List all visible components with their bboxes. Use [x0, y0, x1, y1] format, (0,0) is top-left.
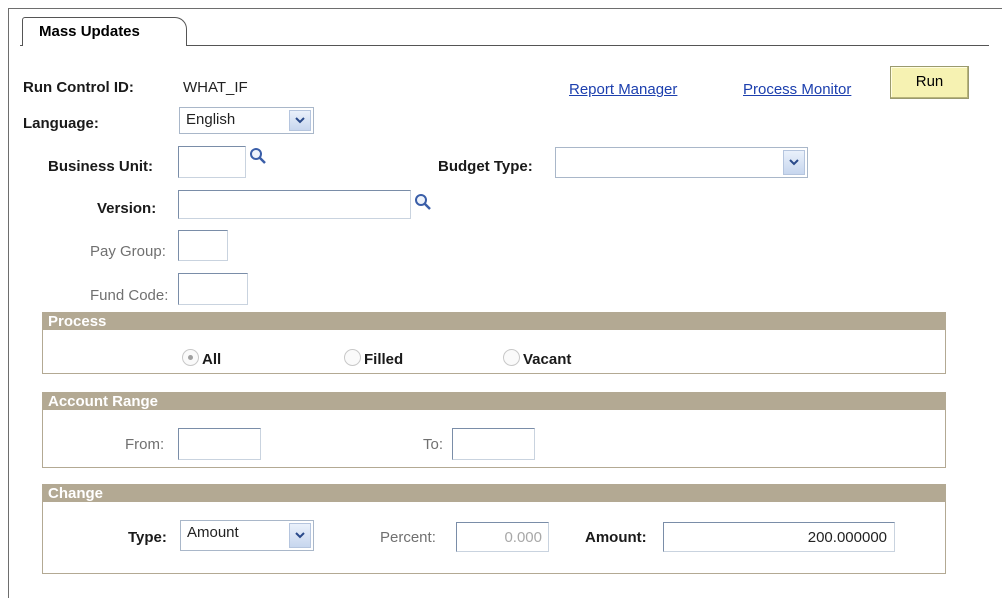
budget-type-select[interactable]	[555, 147, 808, 178]
version-label: Version:	[97, 200, 157, 217]
business-unit-input[interactable]	[178, 146, 246, 178]
type-select[interactable]: Amount	[180, 520, 314, 551]
chevron-down-icon[interactable]	[783, 150, 805, 175]
version-input[interactable]	[178, 190, 411, 219]
run-control-id-label: Run Control ID:	[23, 79, 134, 96]
business-unit-label: Business Unit:	[48, 158, 154, 175]
chevron-down-icon[interactable]	[289, 110, 311, 131]
radio-vacant-label: Vacant	[523, 351, 572, 368]
run-button[interactable]: Run	[890, 66, 969, 99]
tab-label: Mass Updates	[39, 23, 140, 40]
pay-group-input[interactable]	[178, 230, 228, 261]
magnifier-icon[interactable]	[414, 193, 432, 211]
percent-label: Percent:	[380, 529, 436, 546]
to-label: To:	[423, 436, 444, 453]
process-monitor-link[interactable]: Process Monitor	[743, 81, 851, 98]
from-input[interactable]	[178, 428, 261, 460]
magnifier-icon[interactable]	[249, 147, 267, 165]
run-control-id-value: WHAT_IF	[183, 79, 248, 96]
language-label: Language:	[23, 115, 99, 132]
amount-value: 200.000000	[807, 529, 887, 546]
language-selected-value: English	[186, 111, 236, 128]
amount-label: Amount:	[585, 529, 647, 546]
percent-value: 0.000	[504, 529, 542, 546]
language-select[interactable]: English	[179, 107, 314, 134]
report-manager-link[interactable]: Report Manager	[569, 81, 677, 98]
radio-all-label: All	[202, 351, 222, 368]
fund-code-input[interactable]	[178, 273, 248, 305]
radio-vacant[interactable]	[503, 349, 520, 366]
chevron-down-icon[interactable]	[289, 523, 311, 548]
change-section-header: Change	[43, 485, 945, 502]
type-label: Type:	[128, 529, 167, 546]
account-range-section-header: Account Range	[43, 393, 945, 410]
radio-filled-label: Filled	[364, 351, 404, 368]
process-section-header: Process	[43, 313, 945, 330]
radio-all[interactable]	[182, 349, 199, 366]
radio-filled[interactable]	[344, 349, 361, 366]
budget-type-label: Budget Type:	[438, 158, 533, 175]
fund-code-label: Fund Code:	[90, 287, 169, 304]
pay-group-label: Pay Group:	[90, 243, 166, 260]
type-selected-value: Amount	[187, 524, 239, 541]
amount-input[interactable]: 200.000000	[663, 522, 895, 552]
percent-input[interactable]: 0.000	[456, 522, 549, 552]
process-section: Process	[42, 312, 946, 374]
tab-mass-updates[interactable]: Mass Updates	[22, 17, 187, 46]
from-label: From:	[125, 436, 165, 453]
to-input[interactable]	[452, 428, 535, 460]
